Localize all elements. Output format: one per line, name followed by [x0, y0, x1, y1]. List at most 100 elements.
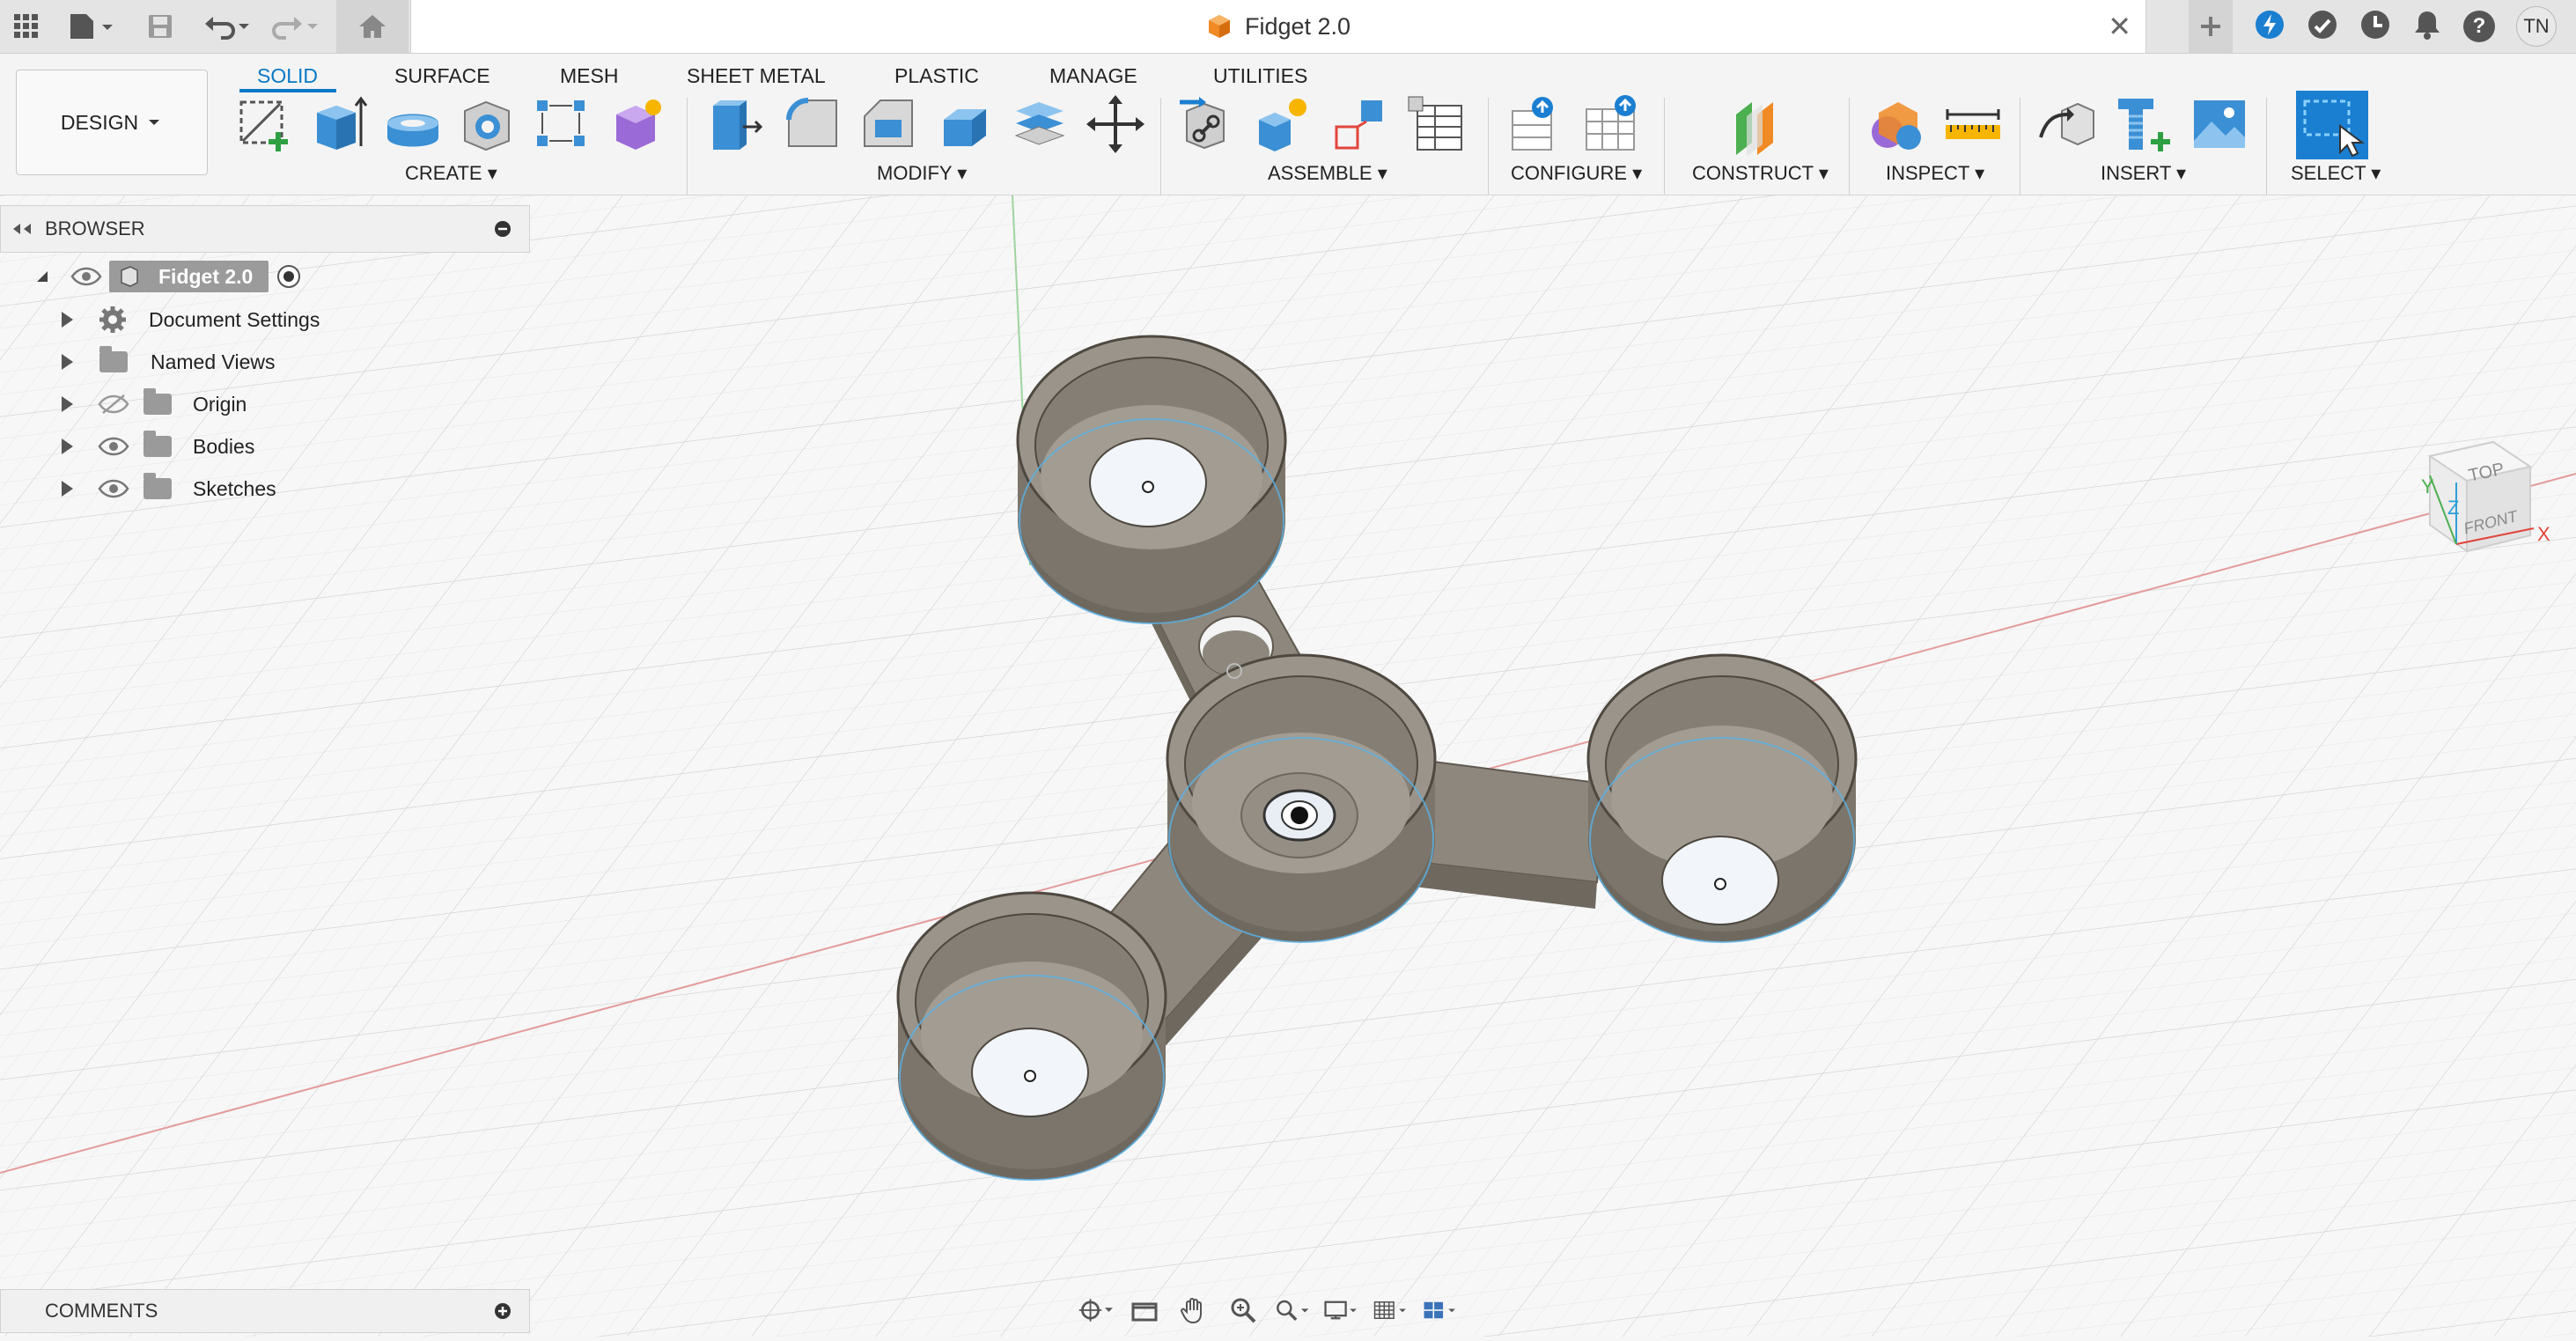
activate-component-icon[interactable]	[276, 263, 302, 290]
toolbar-separator	[2266, 98, 2267, 195]
browser-item-sketches[interactable]: Sketches	[62, 471, 276, 506]
browser-item-origin[interactable]: Origin	[62, 387, 247, 422]
display-settings-icon[interactable]	[1324, 1295, 1359, 1325]
pattern-icon[interactable]	[532, 93, 593, 155]
active-tab-indicator	[239, 89, 336, 92]
notifications-bell-icon[interactable]	[2412, 9, 2442, 45]
revolve-icon[interactable]	[382, 93, 444, 155]
document-tab[interactable]: Fidget 2.0 ✕	[410, 0, 2146, 53]
browser-root-row[interactable]: Fidget 2.0	[32, 259, 302, 294]
expand-triangle-icon[interactable]	[62, 396, 73, 412]
viewports-icon[interactable]	[1423, 1295, 1458, 1325]
construct-group-label[interactable]: CONSTRUCT ▾	[1692, 162, 1829, 185]
tab-manage[interactable]: MANAGE	[1049, 57, 1137, 94]
expand-triangle-icon[interactable]	[62, 481, 73, 497]
insert-canvas-icon[interactable]	[2189, 93, 2250, 155]
extrude-icon[interactable]	[308, 93, 370, 155]
tab-surface[interactable]: SURFACE	[394, 57, 490, 94]
insert-derive-icon[interactable]	[2037, 93, 2099, 155]
configure-icon[interactable]	[1505, 93, 1567, 155]
browser-item-label: Sketches	[193, 476, 276, 500]
move-copy-icon[interactable]	[1085, 93, 1146, 155]
browser-item-bodies[interactable]: Bodies	[62, 429, 254, 464]
pan-hand-icon[interactable]	[1176, 1295, 1211, 1325]
tab-mesh[interactable]: MESH	[560, 57, 618, 94]
tab-plastic[interactable]: PLASTIC	[894, 57, 979, 94]
file-menu-icon[interactable]	[65, 0, 118, 53]
combine-icon[interactable]	[1009, 93, 1071, 155]
browser-minimize-icon[interactable]	[494, 220, 512, 238]
configure-group-label[interactable]: CONFIGURE ▾	[1511, 162, 1642, 185]
canvas-viewport[interactable]: TOP FRONT X Z Y	[0, 195, 2576, 1337]
offset-plane-icon[interactable]	[1727, 93, 1789, 155]
folder-icon	[99, 346, 128, 372]
look-at-icon[interactable]	[1127, 1295, 1162, 1325]
undo-icon[interactable]	[202, 0, 255, 53]
chevron-down-icon	[149, 120, 160, 125]
create-form-icon[interactable]	[607, 93, 669, 155]
configuration-table-icon[interactable]	[1581, 93, 1643, 155]
browser-item-named-views[interactable]: Named Views	[62, 344, 275, 379]
insert-mcmaster-icon[interactable]	[2113, 93, 2175, 155]
toolbar-separator	[1664, 98, 1665, 195]
comments-title: COMMENTS	[45, 1300, 158, 1322]
fillet-icon[interactable]	[782, 93, 843, 155]
collapse-panel-icon[interactable]	[11, 222, 33, 236]
tab-utilities[interactable]: UTILITIES	[1213, 57, 1307, 94]
hidden-eye-icon[interactable]	[98, 394, 129, 415]
collapse-triangle-icon[interactable]	[32, 268, 51, 285]
workspace-switcher-button[interactable]: DESIGN	[16, 70, 208, 175]
joint-icon[interactable]	[1254, 93, 1315, 155]
shell-icon[interactable]	[933, 93, 995, 155]
select-group-label[interactable]: SELECT ▾	[2291, 162, 2381, 185]
zoom-icon[interactable]	[1225, 1295, 1261, 1325]
close-tab-icon[interactable]: ✕	[2108, 11, 2131, 42]
visibility-eye-icon[interactable]	[98, 436, 129, 457]
insert-group-label[interactable]: INSERT ▾	[2101, 162, 2186, 185]
modify-group-label[interactable]: MODIFY ▾	[877, 162, 967, 185]
ribbon-toolbar: DESIGN SOLID SURFACE MESH SHEET METAL PL…	[0, 54, 2576, 195]
chamfer-icon[interactable]	[857, 93, 919, 155]
visibility-eye-icon[interactable]	[98, 478, 129, 499]
document-title: Fidget 2.0	[1244, 12, 1351, 40]
expand-triangle-icon[interactable]	[62, 312, 73, 328]
assemble-group-label[interactable]: ASSEMBLE ▾	[1268, 162, 1387, 185]
bill-of-materials-icon[interactable]	[1405, 93, 1467, 155]
job-status-icon[interactable]	[2359, 9, 2391, 45]
measure-icon[interactable]	[1942, 93, 2004, 155]
new-component-icon[interactable]	[1178, 93, 1240, 155]
browser-item-document-settings[interactable]: Document Settings	[62, 302, 320, 337]
browser-item-label: Origin	[193, 392, 247, 416]
home-icon[interactable]	[336, 0, 408, 53]
help-icon[interactable]: ?	[2463, 11, 2495, 42]
create-group-label[interactable]: CREATE ▾	[405, 162, 497, 185]
workspace-label: DESIGN	[60, 110, 139, 134]
sync-icon[interactable]	[2307, 9, 2338, 45]
comments-panel[interactable]: COMMENTS	[0, 1289, 530, 1333]
new-tab-icon[interactable]	[2189, 0, 2233, 53]
orbit-icon[interactable]	[1078, 1295, 1113, 1325]
browser-item-label: Bodies	[193, 434, 255, 458]
hole-icon[interactable]	[458, 93, 519, 155]
visibility-eye-icon[interactable]	[70, 266, 102, 287]
redo-icon[interactable]	[269, 0, 322, 53]
press-pull-icon[interactable]	[704, 93, 766, 155]
add-comment-icon[interactable]	[494, 1302, 512, 1320]
save-icon[interactable]	[143, 0, 178, 53]
expand-triangle-icon[interactable]	[62, 354, 73, 370]
toolbar-separator	[1849, 98, 1850, 195]
user-avatar[interactable]: TN	[2516, 6, 2557, 47]
grid-settings-icon[interactable]	[1373, 1295, 1409, 1325]
app-grid-icon[interactable]	[9, 0, 44, 53]
browser-panel-header[interactable]: BROWSER	[0, 205, 530, 253]
extensions-icon[interactable]	[2254, 9, 2285, 45]
axis-z-label: Z	[2447, 497, 2459, 519]
expand-triangle-icon[interactable]	[62, 438, 73, 454]
inspect-group-label[interactable]: INSPECT ▾	[1886, 162, 1984, 185]
interference-icon[interactable]	[1866, 93, 1928, 155]
tab-sheet-metal[interactable]: SHEET METAL	[687, 57, 826, 94]
create-sketch-icon[interactable]	[234, 93, 296, 155]
select-tool-icon[interactable]	[2296, 91, 2368, 159]
zoom-window-icon[interactable]	[1275, 1295, 1310, 1325]
as-built-joint-icon[interactable]	[1329, 93, 1391, 155]
